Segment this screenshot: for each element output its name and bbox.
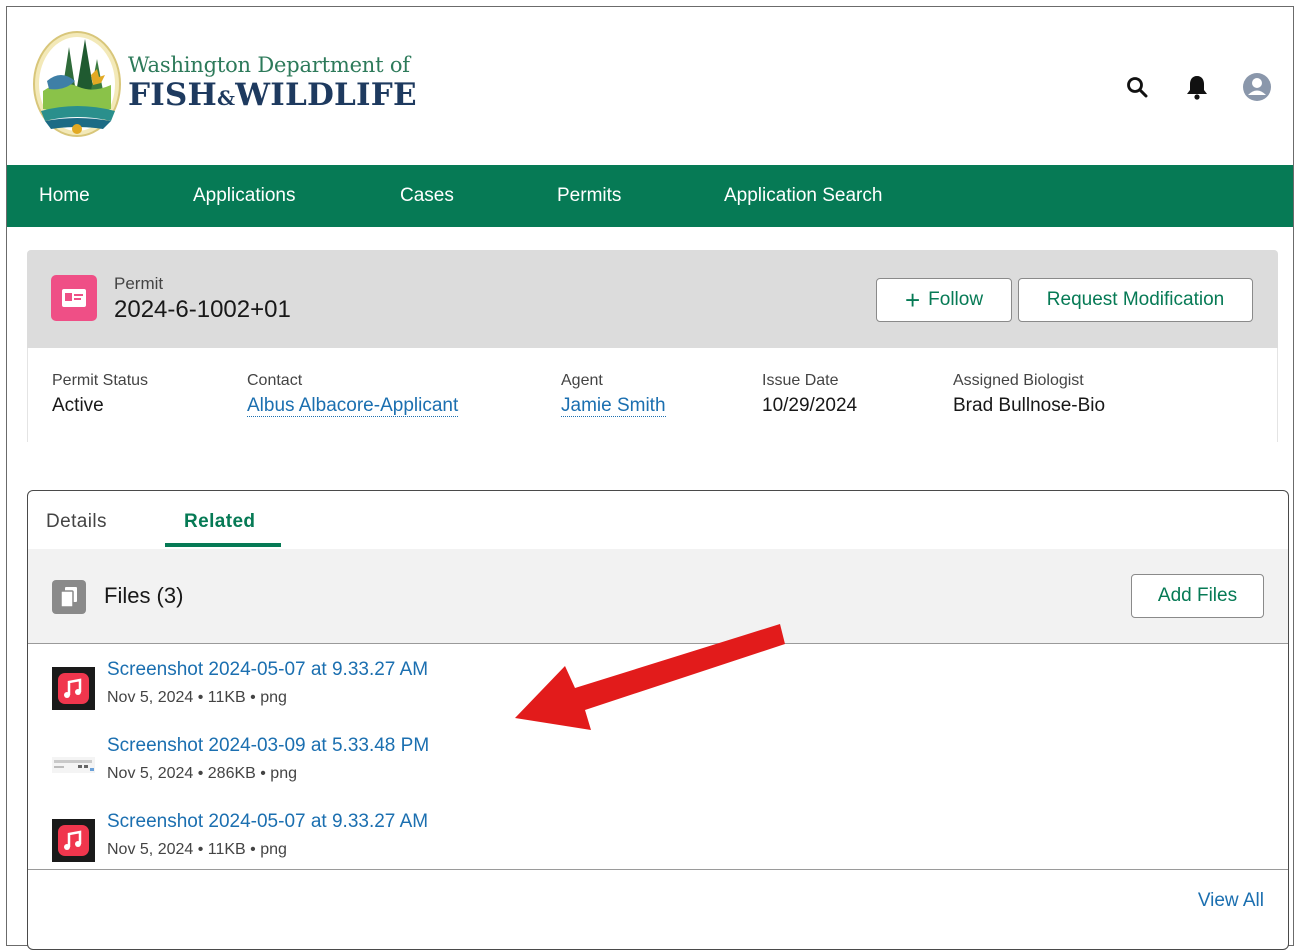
follow-button[interactable]: + Follow xyxy=(876,278,1012,322)
file-meta: Nov 5, 2024 • 11KB • png xyxy=(107,841,287,858)
add-files-button[interactable]: Add Files xyxy=(1131,574,1264,618)
files-icon xyxy=(52,580,86,614)
record-header: Permit 2024-6-1002+01 + Follow Request M… xyxy=(27,250,1278,442)
tab-details[interactable]: Details xyxy=(46,511,107,533)
follow-label: Follow xyxy=(928,289,984,310)
field-label: Permit Status xyxy=(52,372,149,389)
active-tab-indicator xyxy=(165,543,281,547)
record-type-label: Permit xyxy=(114,274,164,293)
contact-link[interactable]: Albus Albacore-Applicant xyxy=(247,395,459,417)
view-all-link[interactable]: View All xyxy=(1198,890,1264,912)
bell-icon[interactable] xyxy=(1181,71,1213,103)
nav-item-cases[interactable]: Cases xyxy=(400,165,454,227)
field-assigned-biologist: Assigned Biologist Brad Bullnose-Bio xyxy=(953,372,1105,417)
screenshot-thumbnail[interactable] xyxy=(52,743,95,786)
field-permit-status: Permit Status Active xyxy=(52,372,148,417)
field-label: Assigned Biologist xyxy=(953,372,1084,389)
main-nav: Home Applications Cases Permits Applicat… xyxy=(7,165,1293,227)
nav-item-home[interactable]: Home xyxy=(39,165,90,227)
record-fields: Permit Status Active Contact Albus Albac… xyxy=(27,348,1278,442)
wdfw-logo-emblem[interactable] xyxy=(31,29,123,139)
files-title[interactable]: Files (3) xyxy=(104,583,183,609)
file-meta: Nov 5, 2024 • 11KB • png xyxy=(107,689,287,706)
search-icon[interactable] xyxy=(1121,71,1153,103)
field-agent: Agent Jamie Smith xyxy=(561,372,666,417)
org-name-wildlife: WILDLIFE xyxy=(235,77,417,113)
tab-bar: Details Related xyxy=(28,491,1288,550)
file-name-link[interactable]: Screenshot 2024-03-09 at 5.33.48 PM xyxy=(107,735,429,757)
record-tabs-panel: Details Related Files (3) Add Files Scre… xyxy=(27,490,1289,950)
field-value: 10/29/2024 xyxy=(762,395,858,416)
file-list-item: Screenshot 2024-03-09 at 5.33.48 PM Nov … xyxy=(52,735,752,795)
file-meta: Nov 5, 2024 • 286KB • png xyxy=(107,765,297,782)
user-avatar-icon[interactable] xyxy=(1241,71,1273,103)
request-modification-button[interactable]: Request Modification xyxy=(1018,278,1253,322)
site-header: Washington Department of FISH&WILDLIFE xyxy=(7,7,1293,165)
agent-link[interactable]: Jamie Smith xyxy=(561,395,666,417)
org-name-line1: Washington Department of xyxy=(128,53,410,77)
file-list-item: Screenshot 2024-05-07 at 9.33.27 AM Nov … xyxy=(52,659,752,719)
files-related-list: Files (3) Add Files Screenshot 2024-05-0… xyxy=(28,549,1288,951)
files-header: Files (3) Add Files xyxy=(28,549,1288,644)
record-title: 2024-6-1002+01 xyxy=(114,296,291,323)
tab-related[interactable]: Related xyxy=(184,511,255,533)
app-window: Washington Department of FISH&WILDLIFE H… xyxy=(6,6,1294,950)
plus-icon: + xyxy=(904,285,921,315)
record-header-bar: Permit 2024-6-1002+01 + Follow Request M… xyxy=(27,250,1278,348)
field-issue-date: Issue Date 10/29/2024 xyxy=(762,372,857,417)
field-value: Brad Bullnose-Bio xyxy=(953,395,1106,416)
music-app-icon[interactable] xyxy=(52,667,95,710)
permit-card-icon xyxy=(51,275,97,321)
header-actions xyxy=(1121,71,1273,103)
file-name-link[interactable]: Screenshot 2024-05-07 at 9.33.27 AM xyxy=(107,811,428,833)
org-name-fish: FISH xyxy=(128,77,217,113)
field-value: Active xyxy=(52,395,104,416)
nav-item-applications[interactable]: Applications xyxy=(193,165,295,227)
org-name-line2: FISH&WILDLIFE xyxy=(128,77,417,113)
music-app-icon[interactable] xyxy=(52,819,95,862)
field-contact: Contact Albus Albacore-Applicant xyxy=(247,372,459,417)
field-label: Issue Date xyxy=(762,372,839,389)
nav-item-permits[interactable]: Permits xyxy=(557,165,621,227)
field-label: Contact xyxy=(247,372,303,389)
nav-item-application-search[interactable]: Application Search xyxy=(724,165,882,227)
field-label: Agent xyxy=(561,372,603,389)
files-footer: View All xyxy=(28,869,1288,952)
wdfw-logo-text[interactable]: Washington Department of FISH&WILDLIFE xyxy=(128,53,417,113)
file-list-item: Screenshot 2024-05-07 at 9.33.27 AM Nov … xyxy=(52,811,752,871)
org-name-amp: & xyxy=(217,86,236,110)
file-name-link[interactable]: Screenshot 2024-05-07 at 9.33.27 AM xyxy=(107,659,428,681)
